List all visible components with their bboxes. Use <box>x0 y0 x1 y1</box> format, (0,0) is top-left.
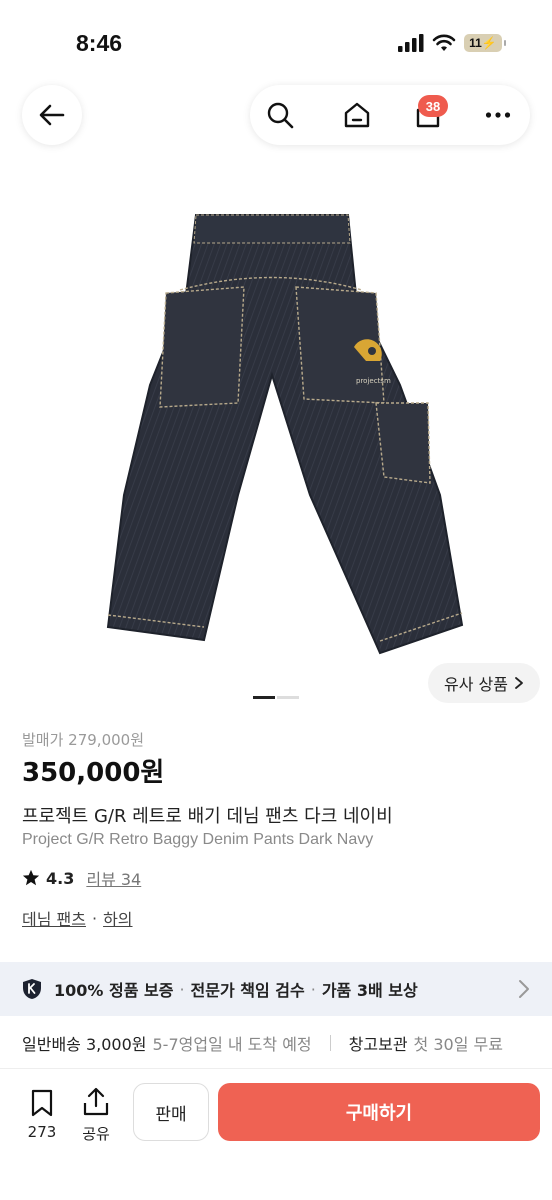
guarantee-inspection: 전문가 책임 검수 <box>190 981 305 1000</box>
buy-label: 구매하기 <box>345 1103 413 1124</box>
bottom-action-bar: 273 공유 판매 구매하기 <box>0 1068 552 1200</box>
logo-text: projectsm <box>356 377 391 385</box>
guarantee-compensation: 가품 3배 보상 <box>321 981 418 1000</box>
delivery-fade <box>512 1025 552 1059</box>
header-actions: 38 <box>250 85 530 145</box>
charging-icon: ⚡ <box>481 36 497 50</box>
more-button[interactable] <box>468 85 528 145</box>
rating-value: 4.3 <box>46 868 75 888</box>
home-icon <box>344 102 370 128</box>
share-label: 공유 <box>82 1125 110 1143</box>
standard-delivery-label: 일반배송 3,000원 <box>22 1035 147 1054</box>
back-button[interactable] <box>22 85 82 145</box>
delivery-options[interactable]: 일반배송 3,000원 5-7영업일 내 도착 예정 창고보관 첫 30일 무료 <box>22 1031 552 1055</box>
share-button[interactable]: 공유 <box>76 1087 116 1144</box>
share-icon <box>83 1087 109 1116</box>
sell-label: 판매 <box>155 1104 187 1125</box>
bookmark-button[interactable]: 273 <box>22 1089 62 1141</box>
search-button[interactable] <box>250 85 310 145</box>
product-price: 350,000원 <box>22 758 165 788</box>
wifi-icon <box>432 34 456 51</box>
pagination-dot-active <box>253 696 275 699</box>
shield-icon <box>23 979 41 999</box>
sell-button[interactable]: 판매 <box>133 1083 209 1141</box>
battery-indicator: 11 ⚡ <box>464 34 506 52</box>
pagination-dot <box>277 696 299 699</box>
guarantee-separator: · <box>310 979 316 999</box>
chevron-right-icon <box>519 980 529 998</box>
similar-products-label: 유사 상품 <box>444 675 508 694</box>
arrow-left-icon <box>39 104 65 126</box>
storage-note: 첫 30일 무료 <box>413 1035 503 1054</box>
signal-icon <box>398 34 424 52</box>
product-image-gallery[interactable]: projectsm <box>0 165 552 690</box>
guarantee-authentic: 100% 정품 보증 <box>54 981 174 1000</box>
product-image: projectsm <box>106 214 464 655</box>
buy-button[interactable]: 구매하기 <box>218 1083 540 1141</box>
status-bar: 8:46 11 ⚡ <box>0 0 552 90</box>
category-separator: · <box>91 908 98 928</box>
cart-count-badge: 38 <box>418 95 448 117</box>
similar-products-button[interactable]: 유사 상품 <box>428 663 540 703</box>
authenticity-guarantee-banner[interactable]: 100% 정품 보증 · 전문가 책임 검수 · 가품 3배 보상 <box>0 962 552 1016</box>
storage-label: 창고보관 <box>348 1035 408 1054</box>
status-time: 8:46 <box>76 30 123 56</box>
category-breadcrumb: 데님 팬츠 · 하의 <box>22 906 133 930</box>
bookmark-icon <box>31 1089 53 1117</box>
product-title-ko: 프로젝트 G/R 레트로 배기 데님 팬츠 다크 네이비 <box>22 806 393 827</box>
status-icons: 11 ⚡ <box>398 34 506 52</box>
category-link-denim[interactable]: 데님 팬츠 <box>22 906 86 930</box>
product-title-en: Project G/R Retro Baggy Denim Pants Dark… <box>22 831 374 848</box>
search-icon <box>267 102 294 129</box>
home-button[interactable] <box>327 85 387 145</box>
rating-row: 4.3 리뷰 34 <box>22 866 141 890</box>
delivery-divider <box>329 1035 331 1051</box>
battery-level: 11 <box>469 36 482 50</box>
guarantee-separator: · <box>179 979 185 999</box>
more-dots-icon <box>485 112 511 118</box>
chevron-right-icon <box>515 677 523 689</box>
review-link[interactable]: 리뷰 34 <box>86 866 141 890</box>
category-link-bottoms[interactable]: 하의 <box>103 906 132 930</box>
standard-delivery-note: 5-7영업일 내 도착 예정 <box>152 1035 312 1054</box>
image-pagination <box>253 696 299 699</box>
bookmark-count: 273 <box>27 1123 57 1141</box>
star-icon <box>22 869 40 886</box>
release-price: 발매가 279,000원 <box>22 731 144 749</box>
